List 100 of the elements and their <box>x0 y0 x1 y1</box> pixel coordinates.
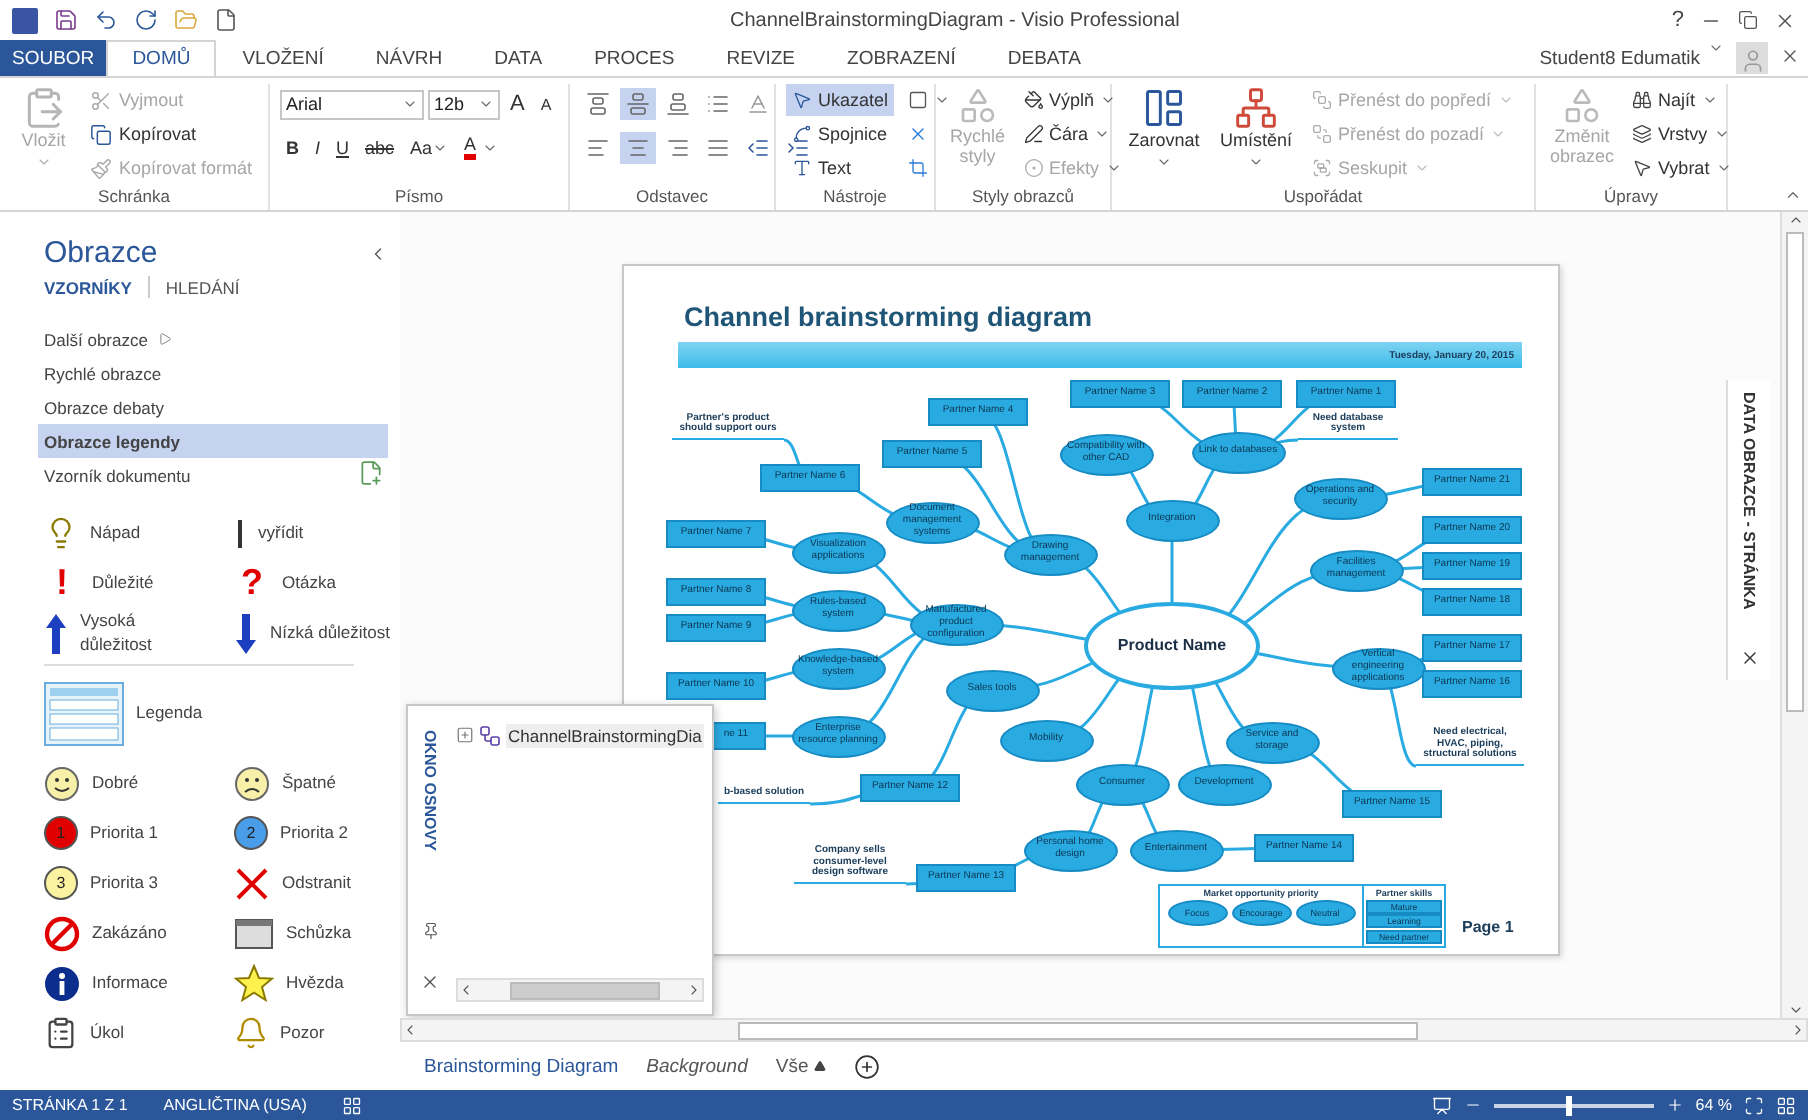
panel-title[interactable]: DATA OBRAZCE - STRÁNKA <box>1740 392 1758 610</box>
scroll-right-icon <box>1790 1022 1806 1038</box>
caret-icon <box>482 140 499 156</box>
ribbon-tab[interactable]: DOMŮ <box>106 40 217 76</box>
expand-icon[interactable] <box>456 726 474 744</box>
format-button[interactable]: U <box>330 132 356 164</box>
diagram-icon <box>478 724 502 748</box>
stencil-item[interactable]: Vzorník dokumentu <box>38 458 388 492</box>
new-document-icon[interactable] <box>214 8 238 32</box>
font-color-button[interactable]: A <box>458 132 505 164</box>
shape-label[interactable]: Nízká důležitost <box>270 621 390 645</box>
font-size-field[interactable]: 12b <box>428 89 500 119</box>
format-button[interactable]: B <box>280 132 305 164</box>
undo-icon[interactable] <box>94 8 118 32</box>
shape-label[interactable]: Dobré <box>92 771 139 795</box>
align-shapes-icon <box>1142 86 1186 130</box>
horizontal-scrollbar[interactable] <box>400 1018 1808 1042</box>
stencil-item[interactable]: Obrazce legendy <box>38 424 388 458</box>
shape-label[interactable]: Hvězda <box>286 971 344 995</box>
group-label: Nástroje <box>821 186 889 210</box>
shape-label[interactable]: Legenda <box>136 702 203 726</box>
style-button[interactable]: Výplň <box>1017 84 1128 116</box>
sad-face-icon <box>234 765 270 801</box>
close-icon[interactable] <box>1739 648 1759 668</box>
position-button[interactable]: Umístění <box>1214 84 1298 186</box>
shape-label[interactable]: Priorita 2 <box>280 821 349 845</box>
position-icon <box>1234 86 1278 130</box>
editing-button[interactable]: Vybrat <box>1626 152 1738 184</box>
vertical-scrollbar[interactable] <box>1780 212 1808 1018</box>
slider-thumb[interactable] <box>1565 1095 1572 1115</box>
shape-label[interactable]: Otázka <box>282 571 336 595</box>
page-tab[interactable]: Brainstorming Diagram <box>424 1055 619 1077</box>
zoom-in-icon[interactable] <box>1665 1096 1684 1114</box>
shape-label[interactable]: vyřídit <box>258 521 304 545</box>
stencil-item[interactable]: Obrazce debaty <box>38 390 388 424</box>
caret-icon <box>1490 126 1507 142</box>
format-button[interactable]: abc <box>359 132 401 164</box>
add-page-icon[interactable] <box>853 1053 880 1079</box>
zoom-level[interactable]: 64 % <box>1695 1096 1732 1114</box>
priority-icon: 2 <box>234 816 268 850</box>
editing-button[interactable]: Najít <box>1626 84 1738 116</box>
shape-label[interactable]: Pozor <box>280 1021 325 1045</box>
tool-button[interactable]: Ukazatel <box>786 84 895 116</box>
collapse-icon[interactable] <box>1784 186 1802 204</box>
clipboard-button[interactable]: Kopírovat <box>84 118 258 150</box>
panel-title: Obrazce <box>44 236 158 270</box>
shape-label[interactable]: Vysoká důležitost <box>80 610 200 656</box>
align-button[interactable] <box>620 88 656 120</box>
save-icon[interactable] <box>54 8 78 32</box>
fit-page-icon[interactable] <box>1744 1095 1764 1115</box>
switch-windows-icon[interactable] <box>1776 1095 1796 1115</box>
format-button[interactable]: Aa <box>404 132 455 164</box>
close-icon[interactable] <box>1780 45 1800 65</box>
shrink-font-button[interactable]: A <box>534 88 558 120</box>
user-name[interactable]: Student8 Edumatik <box>1539 47 1700 69</box>
all-pages-button[interactable]: Vše <box>775 1055 826 1077</box>
restore-icon[interactable] <box>1738 10 1758 30</box>
caret-icon <box>1715 160 1732 176</box>
style-button[interactable]: Čára <box>1017 118 1128 150</box>
shape-label[interactable]: Důležité <box>92 571 154 595</box>
shape-label[interactable]: Špatné <box>282 771 336 795</box>
file-tab[interactable]: SOUBOR <box>0 40 107 76</box>
page-status[interactable]: STRÁNKA 1 Z 1 <box>12 1096 128 1114</box>
shape-label[interactable]: Zakázáno <box>92 921 167 945</box>
align-shapes-button[interactable]: Zarovnat <box>1122 84 1206 186</box>
scroll-left-icon <box>458 982 474 998</box>
format-button[interactable]: I <box>309 132 327 164</box>
play-icon <box>157 332 172 346</box>
shape-label[interactable]: Úkol <box>90 1021 125 1045</box>
horizontal-scrollbar[interactable] <box>456 978 704 1002</box>
group-label: Odstavec <box>634 186 710 210</box>
connector-icon <box>792 124 812 144</box>
stencil-item[interactable]: Rychlé obrazce <box>38 356 388 390</box>
tool-button[interactable]: Text <box>786 152 895 184</box>
brush-icon <box>90 157 113 179</box>
close-icon[interactable] <box>1774 9 1796 31</box>
shape-label[interactable]: Nápad <box>90 521 141 545</box>
font-family-field[interactable]: Arial <box>280 89 424 119</box>
editing-button[interactable]: Vrstvy <box>1626 118 1738 150</box>
page-tab[interactable]: Background <box>646 1055 748 1077</box>
grow-font-button[interactable]: A <box>504 88 531 120</box>
stencil-item[interactable]: Další obrazce <box>38 322 388 356</box>
shape-label[interactable]: Priorita 1 <box>90 821 159 845</box>
tool-button[interactable]: Spojnice <box>786 118 895 150</box>
macro-icon[interactable] <box>342 1095 363 1115</box>
presentation-icon[interactable] <box>1431 1095 1452 1115</box>
redo-icon[interactable] <box>134 8 158 32</box>
panel-tab[interactable]: VZORNÍKY <box>44 277 132 297</box>
align-button[interactable] <box>620 132 656 164</box>
shape-label[interactable]: Priorita 3 <box>90 871 159 895</box>
language-status[interactable]: ANGLIČTINA (USA) <box>163 1096 307 1114</box>
help-button[interactable]: ? <box>1671 8 1684 32</box>
pin-icon[interactable] <box>421 922 439 940</box>
shape-label[interactable]: Informace <box>92 971 168 995</box>
close-icon[interactable] <box>420 972 440 992</box>
panel-tab[interactable]: HLEDÁNÍ <box>165 277 240 297</box>
shape-label[interactable]: Odstranit <box>282 871 351 895</box>
shape-label[interactable]: Schůzka <box>286 921 352 945</box>
align-icon <box>586 92 610 116</box>
tree-item[interactable]: ChannelBrainstormingDia <box>506 724 704 748</box>
